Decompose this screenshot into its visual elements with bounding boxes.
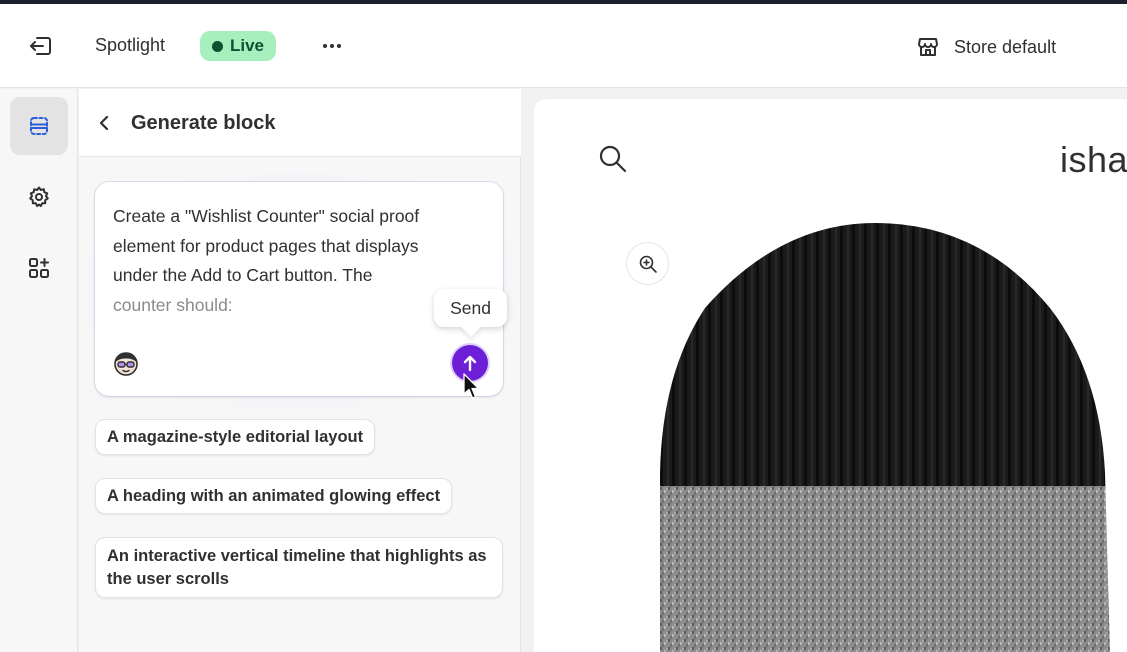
panel-title: Generate block — [131, 112, 276, 134]
prompt-line: Create a "Wishlist Counter" social proof — [113, 206, 420, 226]
panel-header: Generate block — [79, 89, 521, 157]
suggestion-chip[interactable]: An interactive vertical timeline that hi… — [95, 537, 503, 598]
mouse-cursor-icon — [463, 373, 480, 399]
prompt-line: element for product pages that displays — [113, 235, 419, 256]
prompt-line: under the Add to Cart button. The — [113, 265, 373, 285]
chevron-left-icon — [99, 115, 109, 131]
sidekick-avatar-icon — [112, 349, 140, 377]
suggestion-chip[interactable]: A magazine-style editorial layout — [95, 419, 376, 455]
product-image — [660, 223, 1110, 652]
rail-item-sections[interactable] — [10, 97, 68, 155]
left-rail — [0, 89, 78, 652]
rail-item-settings[interactable] — [10, 168, 68, 226]
store-search-button[interactable] — [597, 143, 629, 175]
store-label: Store default — [954, 36, 1057, 57]
more-actions-button[interactable] — [318, 34, 346, 58]
more-dot-icon — [337, 44, 341, 48]
live-status-badge: Live — [200, 31, 277, 61]
arrow-up-icon — [463, 355, 477, 372]
gear-icon — [29, 186, 49, 207]
exit-icon — [30, 37, 51, 55]
store-selector-button[interactable]: Store default — [916, 32, 1056, 62]
sections-icon — [30, 117, 48, 135]
more-dot-icon — [330, 44, 334, 48]
send-tooltip: Send — [434, 289, 507, 327]
zoom-in-icon — [639, 255, 657, 273]
store-icon — [918, 38, 938, 56]
apps-icon — [29, 258, 49, 278]
search-icon — [599, 145, 627, 173]
store-preview: isha — [534, 99, 1127, 652]
generate-block-panel: Generate block Create a "Wishlist Counte… — [79, 89, 521, 652]
store-name: isha — [1060, 139, 1127, 180]
app-title: Spotlight — [95, 35, 166, 55]
exit-button[interactable] — [26, 32, 56, 60]
rail-item-apps[interactable] — [10, 239, 68, 297]
top-bar: Spotlight Live Store default — [0, 4, 1127, 88]
live-dot-icon — [212, 40, 223, 52]
more-dot-icon — [323, 44, 327, 48]
live-label: Live — [230, 36, 265, 55]
suggestion-chip[interactable]: A heading with an animated glowing effec… — [95, 478, 453, 514]
back-button[interactable] — [93, 111, 115, 135]
